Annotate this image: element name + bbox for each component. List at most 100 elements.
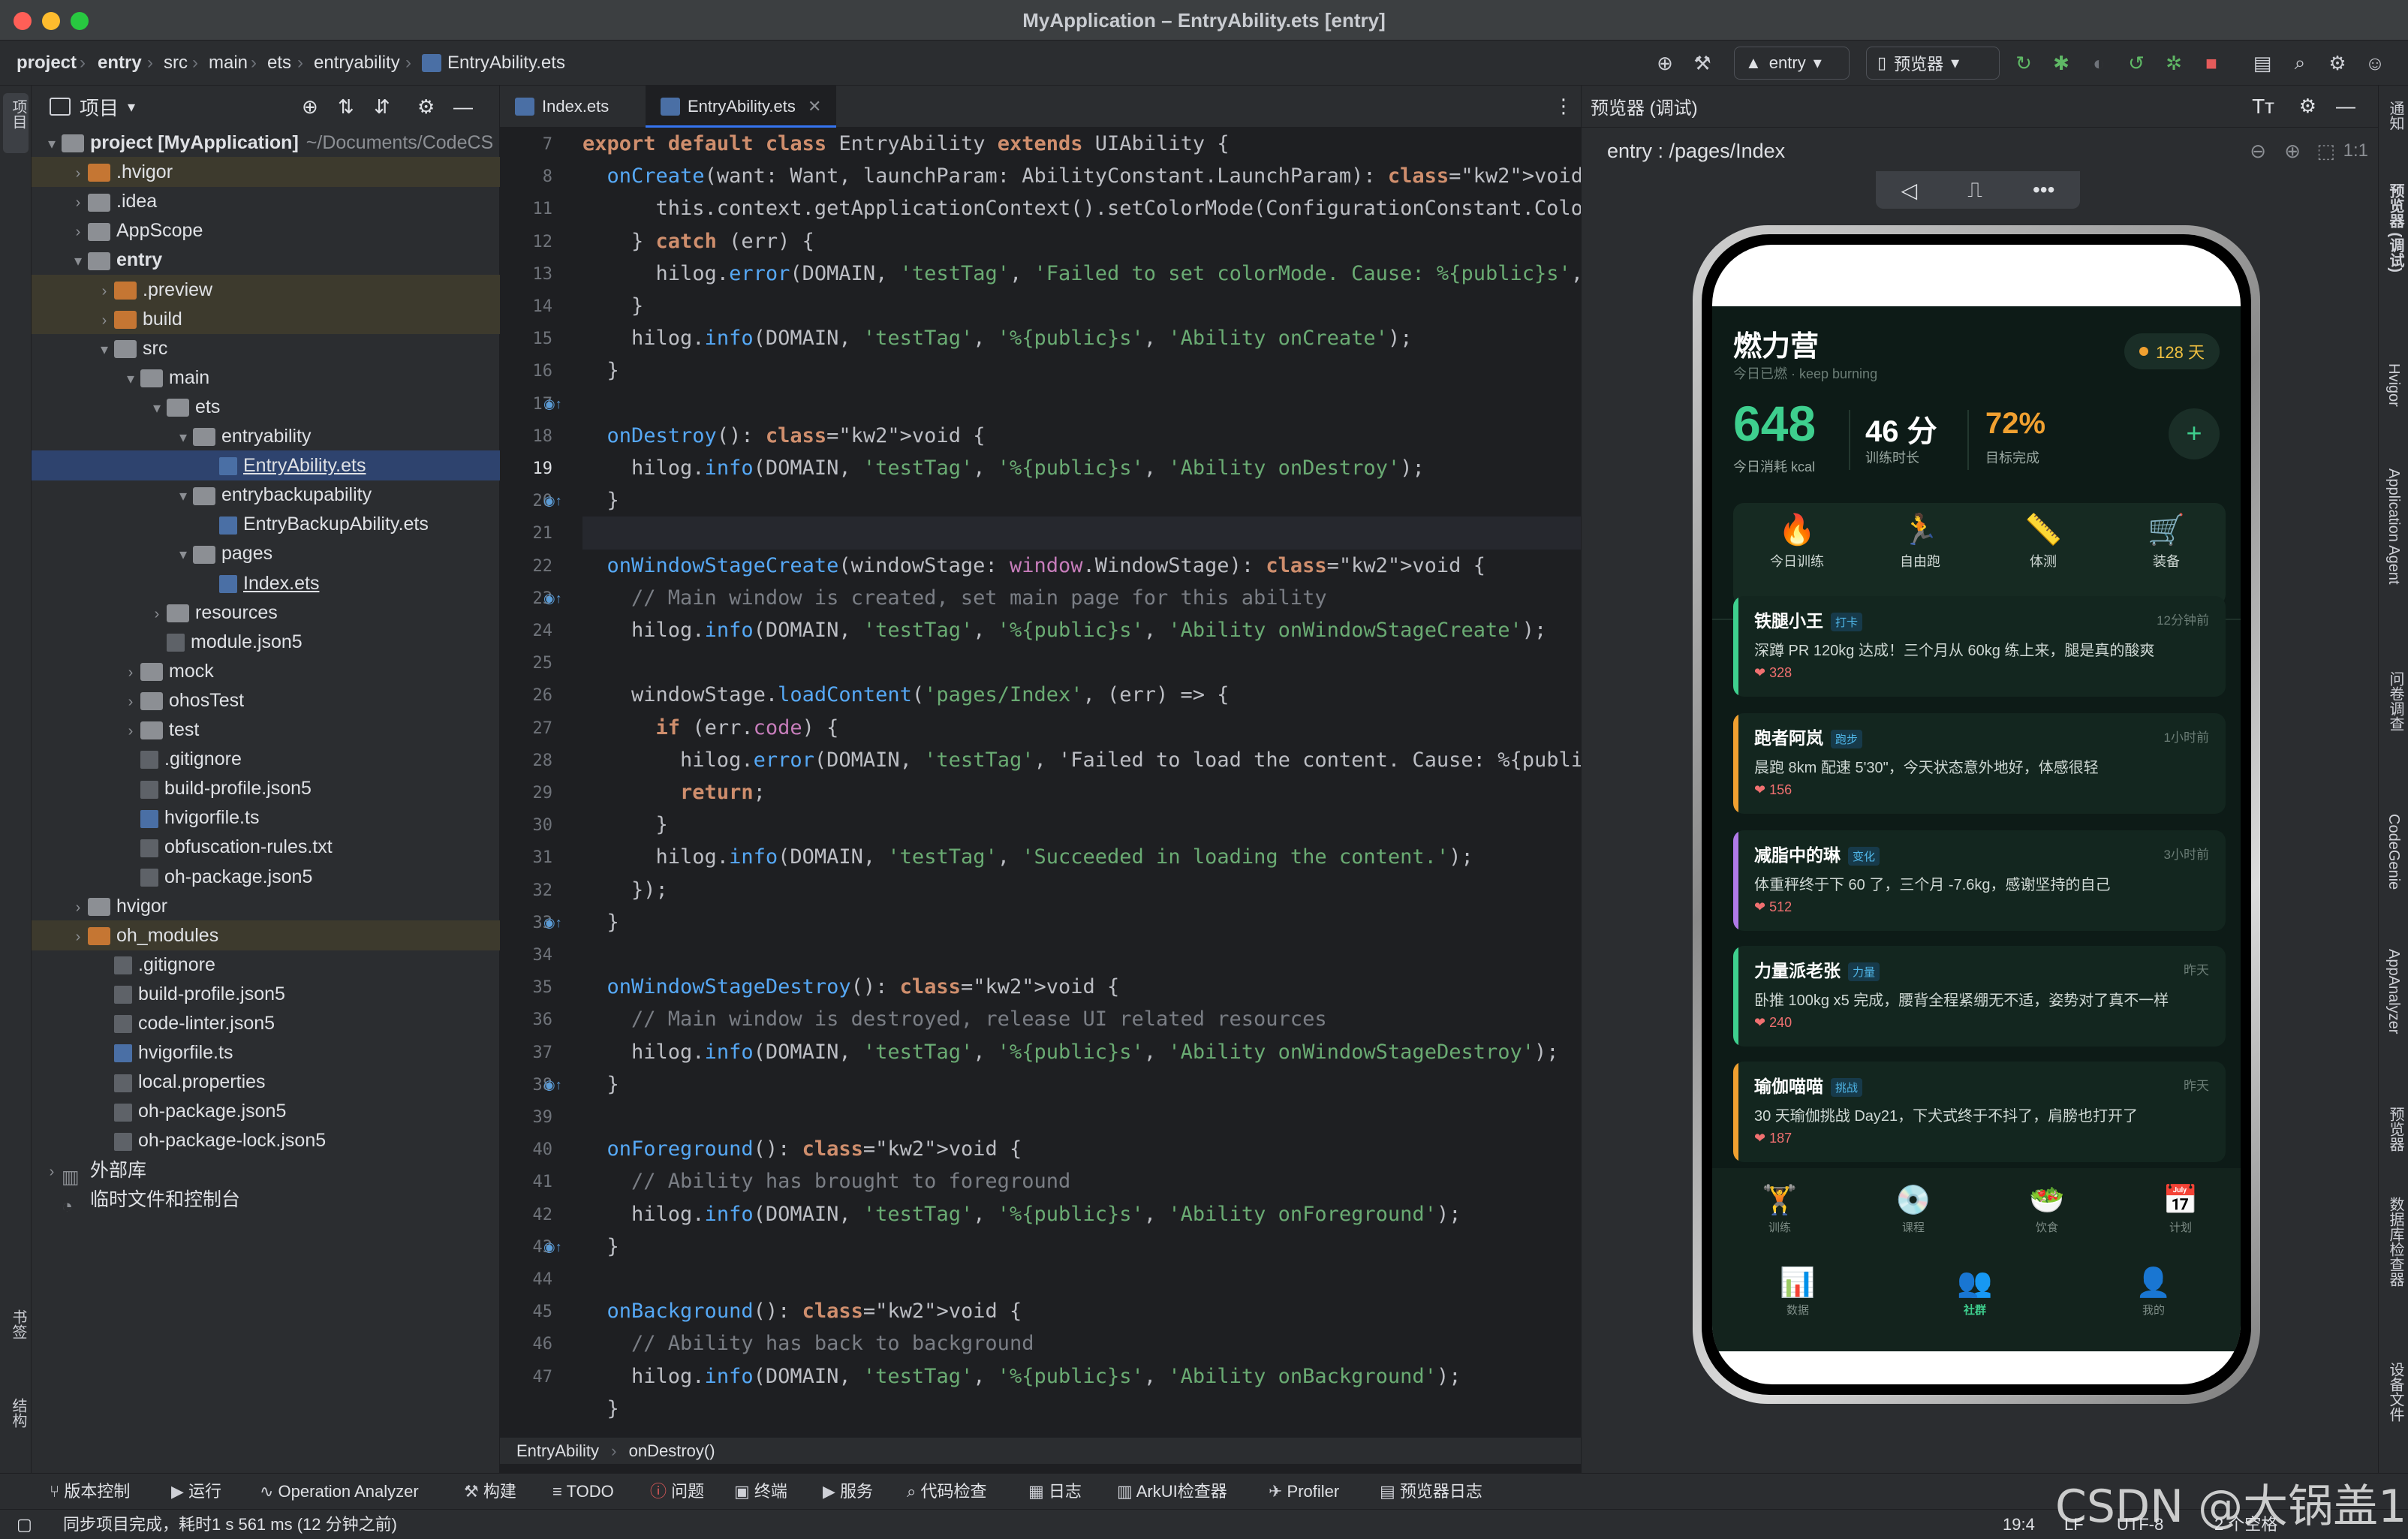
code-line[interactable]: // Main window is destroyed, release UI … [582,1003,1581,1036]
tree-file[interactable]: hvigorfile.ts [32,803,500,833]
tool-profiler[interactable]: ✈ Profiler [1269,1474,1339,1510]
chevron-right-icon[interactable]: › [68,922,88,950]
stop-icon[interactable]: ■ [2198,50,2225,77]
code-line[interactable]: hilog.info(DOMAIN, 'testTag', '%{public}… [582,1360,1581,1393]
tree-folder[interactable]: › oh_modules [32,920,500,950]
code-line[interactable]: hilog.info(DOMAIN, 'testTag', '%{public}… [582,1036,1581,1069]
code-line[interactable]: hilog.error(DOMAIN, 'testTag', 'Failed t… [582,258,1581,291]
chevron-down-icon[interactable]: ▾ [147,393,167,422]
tree-file[interactable]: build-profile.json5 [32,979,500,1009]
tree-file[interactable]: local.properties [32,1067,500,1097]
font-size-icon[interactable]: Tт [2252,95,2274,119]
tree-folder[interactable]: › .idea [32,186,500,216]
code-line[interactable]: } [582,906,1581,939]
tree-folder[interactable]: ▾ entry [32,245,500,275]
tree-folder[interactable]: › test [32,715,500,745]
tree-file[interactable]: oh-package.json5 [32,862,500,892]
like-count[interactable]: ❤ 240 [1754,1015,1792,1031]
override-marker-icon[interactable]: ◉↑ [543,591,562,607]
actual-size-icon[interactable]: 1:1 [2343,128,2368,174]
tool-operation-analyzer[interactable]: ∿ Operation Analyzer [260,1474,419,1510]
nav-train[interactable]: 🏋 训练 [1735,1182,1825,1235]
gear-icon[interactable]: ⚙ [417,95,435,119]
code-line[interactable]: hilog.info(DOMAIN, 'testTag', '%{public}… [582,614,1581,647]
tool-log[interactable]: ▦ 日志 [1028,1474,1082,1510]
module-selector[interactable]: ▲ entry ▾ [1734,47,1850,80]
code-line[interactable]: } [582,354,1581,387]
chevron-right-icon[interactable]: › [121,658,140,686]
override-marker-icon[interactable]: ◉↑ [543,915,562,931]
override-marker-icon[interactable]: ◉↑ [543,493,562,509]
tool-problems[interactable]: ⓘ 问题 [650,1474,704,1510]
like-count[interactable]: ❤ 187 [1754,1131,1792,1146]
nav-data[interactable]: 📊 数据 [1753,1264,1843,1318]
appanalyzer-tool-button[interactable]: AppAnalyzer [2385,949,2402,1034]
quick-action-today[interactable]: 🔥 今日训练 [1738,503,1856,599]
tool-services[interactable]: ▶ 服务 [823,1474,873,1510]
tree-file[interactable]: EntryAbility.ets [32,450,500,481]
code-line[interactable]: // Ability has brought to foreground [582,1165,1581,1198]
feed-card[interactable]: 跑者阿岚 跑步 1小时前 晨跑 8km 配速 5'30"，今天状态意外地好，体感很轻 ❤… [1733,713,2226,814]
breadcrumb-src[interactable]: src [164,41,188,86]
code-line[interactable]: hilog.info(DOMAIN, 'testTag', '%{public}… [582,322,1581,355]
settings-icon[interactable]: ⚙ [2324,50,2351,77]
project-panel-title[interactable]: 项目 [80,93,119,121]
code-line[interactable]: hilog.info(DOMAIN, 'testTag', '%{public}… [582,452,1581,485]
code-line[interactable] [582,938,1581,971]
quick-action-run[interactable]: 🏃 自由跑 [1861,503,1979,599]
chevron-down-icon[interactable]: ▾ [173,423,193,451]
nav-plan[interactable]: 📅 计划 [2136,1182,2226,1235]
search-icon[interactable]: ⌕ [2286,50,2313,77]
tool-arkui-inspector[interactable]: ▥ ArkUI检查器 [1117,1474,1227,1510]
chevron-right-icon[interactable]: › [121,716,140,745]
tree-file[interactable]: Index.ets [32,568,500,598]
feed-card[interactable]: 铁腿小王 打卡 12分钟前 深蹲 PR 120kg 达成！三个月从 60kg 练上来，… [1733,596,2226,697]
gear-icon[interactable]: ⚙ [2299,95,2316,118]
previewer-debug-tool-button[interactable]: 预览器 (调试) [2385,183,2406,273]
code-line[interactable]: } [582,1393,1581,1426]
tree-folder[interactable]: ▾ entryability [32,421,500,451]
chevron-down-icon[interactable]: ▾ [173,481,193,510]
code-line[interactable]: // Ability has back to background [582,1327,1581,1360]
chevron-right-icon[interactable]: › [42,1157,62,1185]
notifications-tool-button[interactable]: 通知 [2385,101,2406,131]
tree-file[interactable]: .gitignore [32,744,500,774]
previewer-tool-button[interactable]: 预览器 [2385,1107,2406,1152]
feed-card[interactable]: 力量派老张 力量 昨天 卧推 100kg x5 完成，腰背全程紧绷无不适，姿势对了真不… [1733,946,2226,1047]
chevron-down-icon[interactable]: ▾ [68,246,88,275]
tree-folder[interactable]: › mock [32,656,500,686]
tree-folder[interactable]: ▾ entrybackupability [32,480,500,510]
zoom-in-icon[interactable]: ⊕ [2284,128,2301,174]
code-line[interactable]: // Main window is created, set main page… [582,582,1581,615]
chevron-right-icon[interactable]: › [95,276,114,305]
breadcrumb-entryability[interactable]: entryability [314,41,400,86]
sticky-line[interactable]: onCreate(want: Want, launchParam: Abilit… [582,160,1581,194]
override-marker-icon[interactable]: ◉↑ [543,1239,562,1255]
breadcrumb-ets[interactable]: ets [267,41,291,86]
tree-folder[interactable]: ▾ ets [32,392,500,422]
code-line[interactable]: onDestroy(): class="kw2">void { [582,420,1581,453]
tree-file[interactable]: oh-package.json5 [32,1096,500,1126]
tree-file[interactable]: .gitignore [32,950,500,980]
nav-community[interactable]: 👥 社群 [1930,1264,2020,1318]
like-count[interactable]: ❤ 512 [1754,899,1792,915]
rerun-icon[interactable]: ↻ [2010,50,2037,77]
structure-tool-button[interactable]: 结构 [8,1398,29,1428]
code-line[interactable]: return; [582,776,1581,809]
tree-file[interactable]: hvigorfile.ts [32,1038,500,1068]
code-line[interactable]: onBackground(): class="kw2">void { [582,1295,1581,1328]
tab-index-ets[interactable]: Index.ets [500,86,646,128]
apply-changes-icon[interactable]: ↺ [2123,50,2150,77]
tree-folder[interactable]: ▾ project [MyApplication] ~/Documents/Code… [32,128,500,158]
profile-icon[interactable]: ✲ [2160,50,2187,77]
hide-icon[interactable]: — [453,95,473,119]
attach-icon[interactable]: ◐ [2085,50,2112,77]
code-line[interactable] [582,1263,1581,1296]
tool-build[interactable]: ⚒ 构建 [464,1474,516,1510]
code-line[interactable]: } [582,484,1581,517]
hvigor-tool-button[interactable]: Hvigor [2385,363,2402,407]
breadcrumb-file[interactable]: EntryAbility.ets [447,41,565,86]
tree-file[interactable]: › ▥ 外部库 [32,1155,500,1185]
chevron-right-icon[interactable]: › [68,188,88,216]
tree-file[interactable]: ◔ 临时文件和控制台 [32,1185,500,1215]
